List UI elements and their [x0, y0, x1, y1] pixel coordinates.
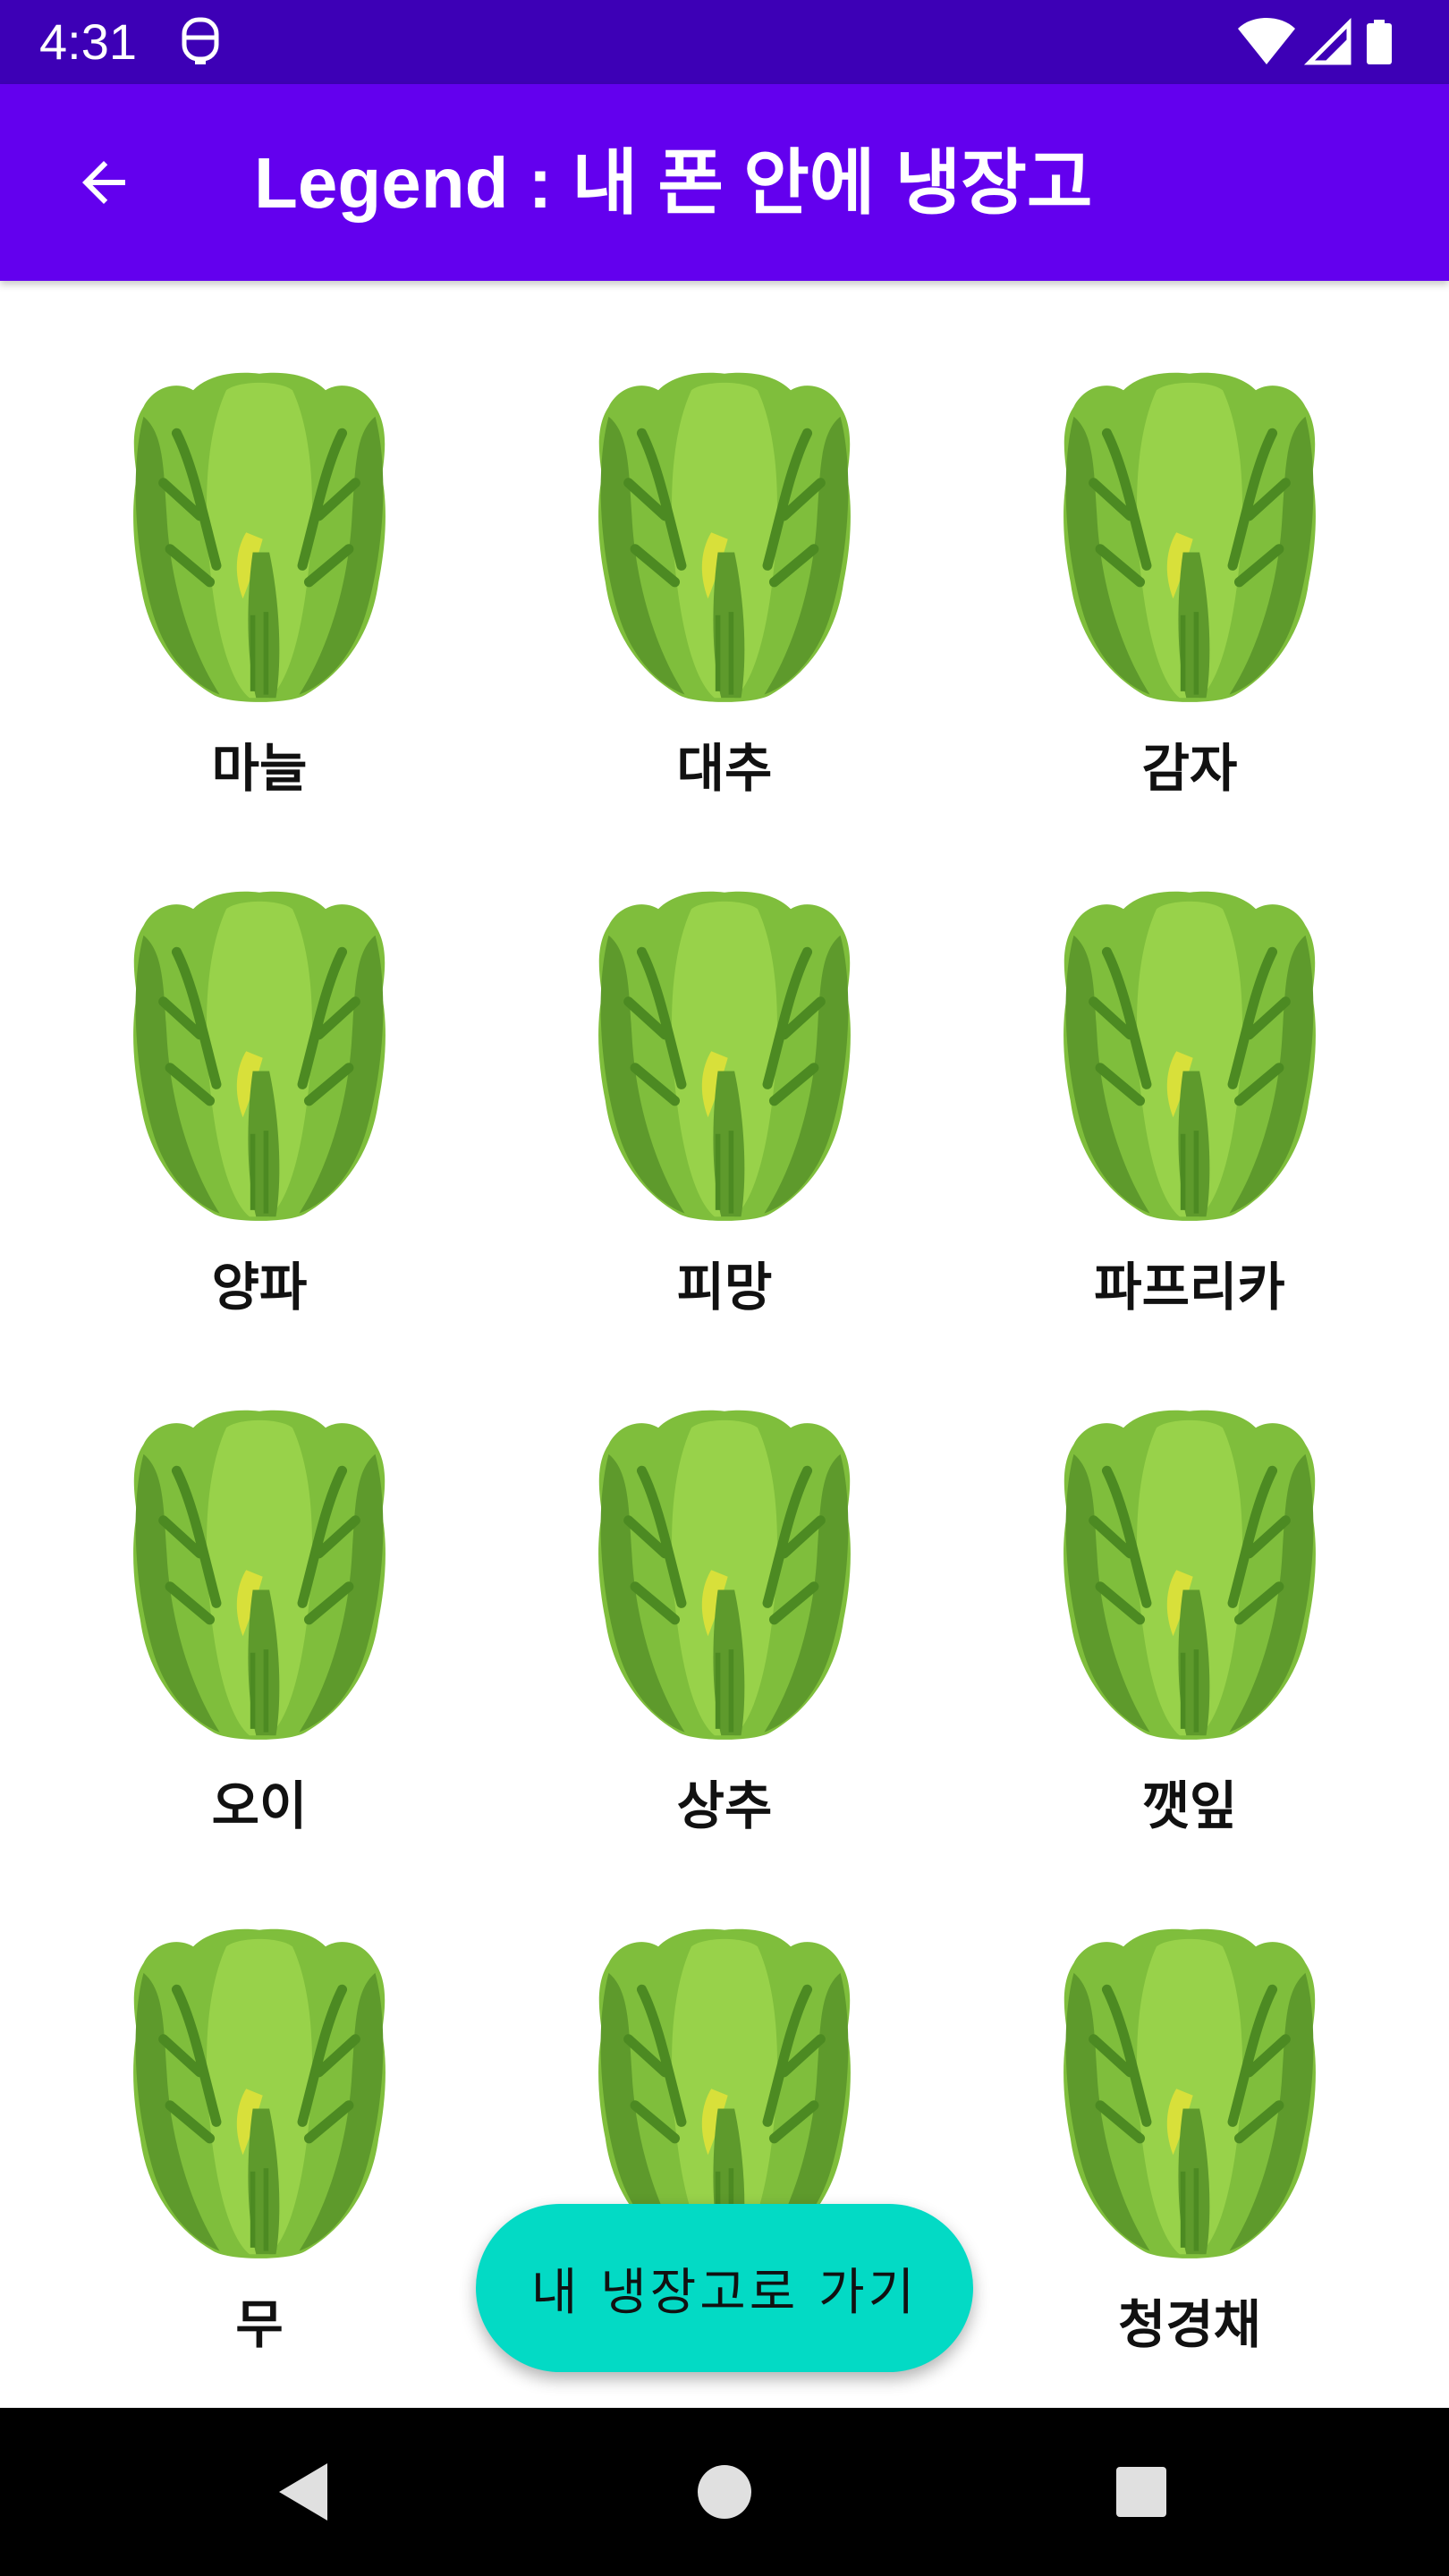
item-label: 파프리카 — [1094, 1257, 1285, 1318]
lettuce-icon — [1057, 367, 1322, 705]
grid-item[interactable]: 피망 — [492, 800, 957, 1318]
item-label: 마늘 — [211, 738, 308, 799]
item-label: 양파 — [211, 1257, 308, 1318]
app-bar: Legend : 내 폰 안에 냉장고 — [0, 84, 1449, 281]
item-label: 대추 — [676, 738, 773, 799]
grid-item[interactable]: 양파 — [27, 800, 492, 1318]
lettuce-icon — [592, 1404, 857, 1742]
item-label: 감자 — [1141, 738, 1238, 799]
status-bar: 4:31 — [0, 0, 1449, 84]
lettuce-icon — [127, 367, 392, 705]
item-label: 오이 — [211, 1775, 308, 1836]
lettuce-icon — [592, 367, 857, 705]
grid-item[interactable]: 오이 — [27, 1318, 492, 1837]
back-button[interactable] — [54, 132, 154, 233]
wifi-icon — [1238, 18, 1295, 64]
notification-icon — [179, 16, 222, 68]
back-triangle-icon[interactable] — [270, 2456, 342, 2528]
ingredient-grid: 마늘 대추 감자 양파 피망 파프리카 오이 상추 깻잎 무 청경채 — [0, 281, 1449, 2408]
item-label: 무 — [235, 2294, 284, 2355]
go-to-fridge-button[interactable]: 내 냉장고로 가기 — [476, 2204, 973, 2372]
item-label: 깻잎 — [1141, 1775, 1238, 1836]
navigation-bar — [0, 2408, 1449, 2576]
arrow-left-icon — [82, 161, 125, 204]
grid-item[interactable]: 대추 — [492, 281, 957, 800]
lettuce-icon — [127, 1923, 392, 2261]
grid-item[interactable]: 무 — [27, 1837, 492, 2356]
lettuce-icon — [127, 1404, 392, 1742]
battery-icon — [1367, 20, 1392, 64]
status-time: 4:31 — [39, 13, 137, 70]
lettuce-icon — [1057, 886, 1322, 1224]
home-circle-icon[interactable] — [689, 2456, 760, 2528]
grid-item[interactable]: 파프리카 — [957, 800, 1422, 1318]
item-label: 피망 — [676, 1257, 773, 1318]
recents-square-icon[interactable] — [1106, 2456, 1177, 2528]
grid-item[interactable]: 청경채 — [957, 1837, 1422, 2356]
grid-item[interactable]: 감자 — [957, 281, 1422, 800]
item-label: 상추 — [676, 1775, 773, 1836]
status-icons — [1234, 16, 1413, 66]
grid-item[interactable]: 상추 — [492, 1318, 957, 1837]
lettuce-icon — [127, 886, 392, 1224]
lettuce-icon — [1057, 1404, 1322, 1742]
item-label: 청경채 — [1117, 2294, 1262, 2355]
lettuce-icon — [592, 886, 857, 1224]
page-title: Legend : 내 폰 안에 냉장고 — [254, 143, 1093, 223]
grid-item[interactable]: 마늘 — [27, 281, 492, 800]
grid-item[interactable]: 깻잎 — [957, 1318, 1422, 1837]
lettuce-icon — [1057, 1923, 1322, 2261]
signal-icon — [1303, 17, 1352, 65]
